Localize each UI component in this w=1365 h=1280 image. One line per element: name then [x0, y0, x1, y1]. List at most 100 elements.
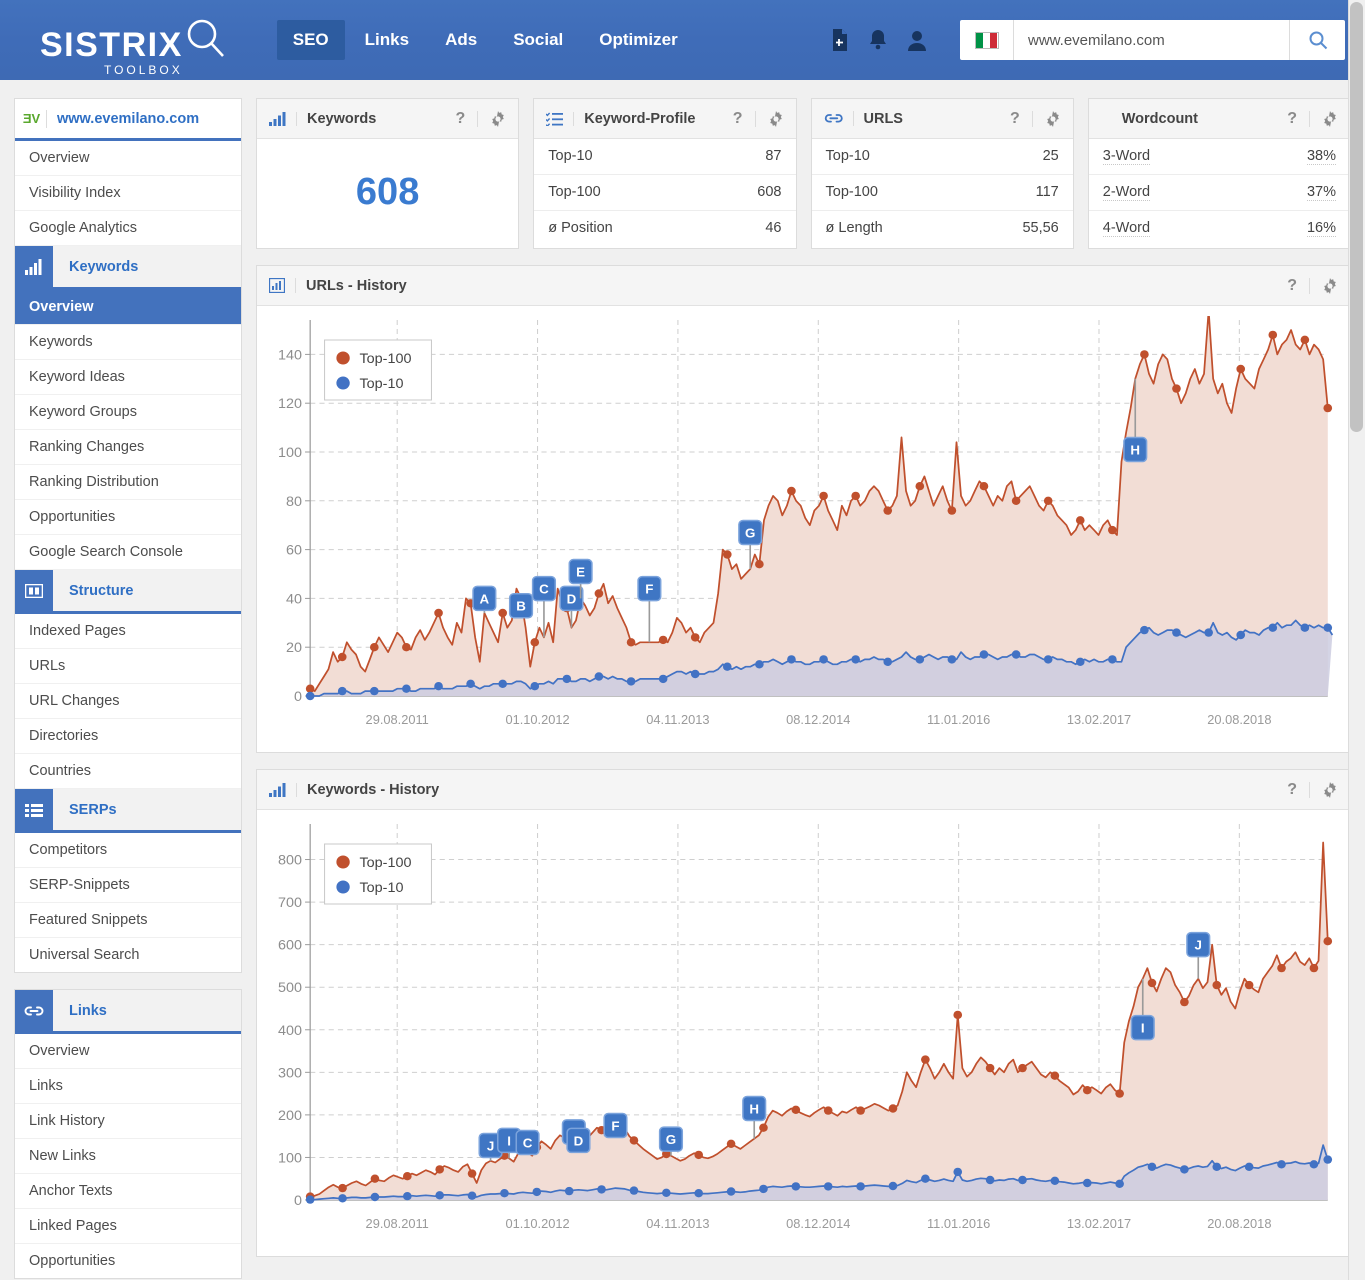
svg-text:G: G	[666, 1132, 676, 1147]
help-icon[interactable]: ?	[721, 110, 755, 128]
nav-optimizer[interactable]: Optimizer	[583, 20, 693, 60]
table-row: Top-100 608	[534, 175, 796, 211]
card-keywords-header: Keywords ?	[257, 99, 519, 139]
gear-icon[interactable]	[1309, 781, 1338, 798]
search-input[interactable]	[1014, 31, 1289, 49]
sidebar-group-structure[interactable]: Structure	[15, 570, 241, 614]
sidebar-item-google-search-console[interactable]: Google Search Console	[15, 535, 241, 570]
domain-search-box	[960, 20, 1345, 60]
sidebar-item-countries[interactable]: Countries	[15, 754, 241, 789]
nav-links[interactable]: Links	[349, 20, 425, 60]
sistrix-logo[interactable]: SISTRIX TOOLBOX	[40, 18, 227, 76]
panel-title: URLs - History	[306, 277, 407, 294]
svg-text:Top-100: Top-100	[360, 351, 412, 367]
sidebar-group-links[interactable]: Links	[15, 990, 241, 1034]
sidebar-item-anchor-texts[interactable]: Anchor Texts	[15, 1174, 241, 1209]
sidebar-item-keyword-groups[interactable]: Keyword Groups	[15, 395, 241, 430]
svg-text:01.10.2012: 01.10.2012	[505, 713, 569, 727]
sidebar-item-keywords[interactable]: Keywords	[15, 325, 241, 360]
help-icon[interactable]: ?	[1275, 277, 1309, 295]
svg-text:F: F	[611, 1119, 619, 1134]
keywords-total-value: 608	[355, 171, 420, 213]
sidebar-item-keywords-overview[interactable]: Overview	[15, 290, 241, 325]
keywords-history-chart[interactable]: 0 100 200 300 400 500 600 700 800 29.08.2011 01.10…	[257, 810, 1350, 1256]
card-urls: URLS ? Top-10 25 Top-100 117 ø Length 55…	[810, 98, 1074, 249]
main-navigation: SEO Links Ads Social Optimizer	[276, 20, 694, 60]
search-button[interactable]	[1289, 20, 1345, 60]
sidebar-item-links-overview[interactable]: Overview	[15, 1034, 241, 1069]
sidebar-item-competitors[interactable]: Competitors	[15, 833, 241, 868]
sidebar-site-header[interactable]: ƎV www.evemilano.com	[15, 99, 241, 141]
help-icon[interactable]: ?	[443, 110, 477, 128]
sidebar-item-new-links[interactable]: New Links	[15, 1139, 241, 1174]
sidebar-item-ranking-changes[interactable]: Ranking Changes	[15, 430, 241, 465]
table-row: Top-100 117	[811, 175, 1073, 211]
sidebar-item-universal-search[interactable]: Universal Search	[15, 938, 241, 972]
italy-flag-icon[interactable]	[960, 20, 1014, 60]
row-label: Top-10	[825, 148, 870, 164]
gear-icon[interactable]	[1031, 110, 1061, 127]
sidebar-item-link-history[interactable]: Link History	[15, 1104, 241, 1139]
nav-ads[interactable]: Ads	[429, 20, 493, 60]
row-value: 117	[1035, 184, 1059, 200]
nav-social[interactable]: Social	[497, 20, 579, 60]
list-icon	[15, 789, 53, 830]
svg-text:I: I	[1141, 1021, 1145, 1036]
panel-actions: ?	[1275, 277, 1338, 295]
bar-chart-icon	[269, 782, 297, 797]
sidebar-item-links-opportunities[interactable]: Opportunities	[15, 1244, 241, 1278]
panel-keywords-history: Keywords - History ? 0 100 200 300 400 500 600…	[256, 769, 1351, 1257]
magnifier-icon	[187, 19, 224, 57]
card-title: URLS	[863, 110, 903, 127]
svg-text:01.10.2012: 01.10.2012	[505, 1217, 569, 1231]
svg-text:600: 600	[278, 938, 302, 954]
row-value: 25	[1042, 148, 1059, 164]
gear-icon[interactable]	[477, 110, 506, 127]
sidebar-item-overview[interactable]: Overview	[15, 141, 241, 176]
nav-seo[interactable]: SEO	[276, 20, 345, 60]
help-icon[interactable]: ?	[1275, 781, 1309, 799]
row-label: ø Length	[825, 220, 883, 236]
notification-bell-icon[interactable]	[868, 28, 888, 52]
logo-sub-text: TOOLBOX	[103, 63, 183, 77]
sidebar-item-serp-snippets[interactable]: SERP-Snippets	[15, 868, 241, 903]
svg-text:D: D	[574, 1134, 584, 1149]
sidebar-item-keyword-ideas[interactable]: Keyword Ideas	[15, 360, 241, 395]
svg-text:C: C	[539, 582, 549, 597]
svg-text:700: 700	[278, 895, 302, 911]
add-document-icon[interactable]	[830, 28, 850, 52]
sidebar-item-directories[interactable]: Directories	[15, 719, 241, 754]
sidebar-item-google-analytics[interactable]: Google Analytics	[15, 211, 241, 246]
sidebar-group-label-keywords: Keywords	[69, 258, 139, 275]
svg-text:400: 400	[278, 1023, 302, 1039]
sidebar-item-visibility-index[interactable]: Visibility Index	[15, 176, 241, 211]
row-label: Top-10	[548, 148, 593, 164]
help-icon[interactable]: ?	[998, 110, 1032, 128]
chart-icon	[269, 278, 296, 293]
link-chain-icon	[824, 111, 854, 126]
help-icon[interactable]: ?	[1275, 110, 1309, 128]
gear-icon[interactable]	[1309, 110, 1338, 127]
scrollbar-thumb[interactable]	[1350, 2, 1363, 432]
sidebar-group-serps[interactable]: SERPs	[15, 789, 241, 833]
app-header: SISTRIX TOOLBOX SEO Links Ads Social Opt…	[0, 0, 1365, 80]
sidebar-item-linked-pages[interactable]: Linked Pages	[15, 1209, 241, 1244]
row-label: ø Position	[548, 220, 613, 236]
stat-cards-row: Keywords ? 608 Keyword-Profile ? Top-10 …	[256, 98, 1351, 249]
gear-icon[interactable]	[1309, 277, 1338, 294]
card-title: Wordcount	[1121, 110, 1198, 127]
sidebar-item-url-changes[interactable]: URL Changes	[15, 684, 241, 719]
sidebar-item-ranking-distribution[interactable]: Ranking Distribution	[15, 465, 241, 500]
urls-history-chart[interactable]: 0 20 40 60 80 100 120 140 29.08.2011 01.10.2012 04…	[257, 306, 1350, 752]
svg-text:04.11.2013: 04.11.2013	[646, 1217, 709, 1231]
svg-text:0: 0	[294, 689, 302, 705]
sidebar-item-indexed-pages[interactable]: Indexed Pages	[15, 614, 241, 649]
sidebar-item-links-links[interactable]: Links	[15, 1069, 241, 1104]
sidebar-item-featured-snippets[interactable]: Featured Snippets	[15, 903, 241, 938]
gear-icon[interactable]	[754, 110, 784, 127]
user-account-icon[interactable]	[906, 28, 928, 52]
sidebar-group-keywords[interactable]: Keywords	[15, 246, 241, 290]
page-scrollbar[interactable]	[1348, 0, 1365, 1280]
sidebar-item-opportunities[interactable]: Opportunities	[15, 500, 241, 535]
sidebar-item-urls[interactable]: URLs	[15, 649, 241, 684]
